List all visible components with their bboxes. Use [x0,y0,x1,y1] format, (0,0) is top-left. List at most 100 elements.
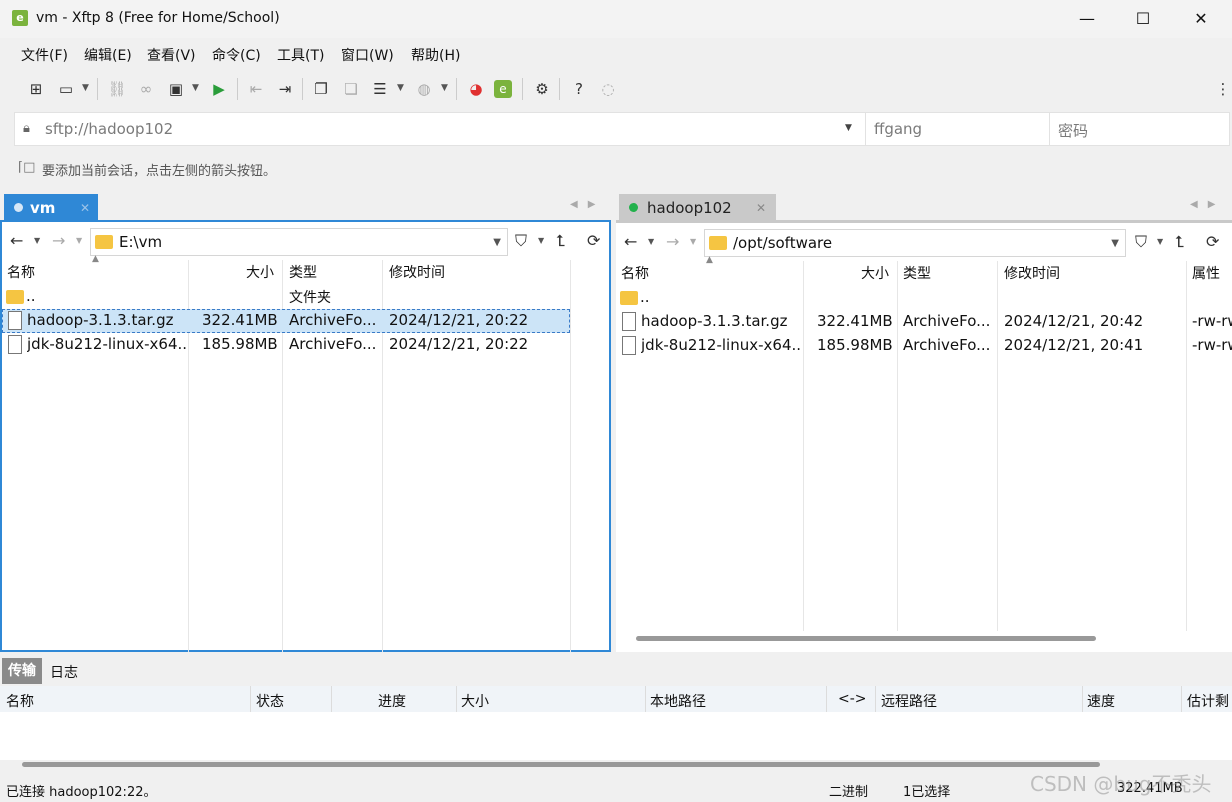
forward-arrow-icon[interactable]: → [52,231,65,250]
chevron-down-icon[interactable]: ▼ [82,83,89,93]
chevron-down-icon[interactable]: ▼ [441,83,448,93]
tab-log[interactable]: 日志 [50,662,78,682]
file-icon [8,311,22,330]
tab-remote-hadoop102[interactable]: hadoop102 ✕ [619,194,776,222]
column-header-direction[interactable]: <-> [838,691,867,707]
column-divider[interactable] [1181,686,1182,712]
feedback-icon[interactable]: ◌ [597,78,619,100]
column-header-name[interactable]: 名称 [7,262,35,282]
transfer-left-icon[interactable]: ⇤ [245,78,267,100]
transfer-right-icon[interactable]: ⇥ [274,78,296,100]
bookmark-icon[interactable]: ⛉ [515,231,527,251]
tab-scroll-arrows[interactable]: ◀▶ [570,199,605,210]
column-header-speed[interactable]: 速度 [1087,691,1115,711]
chevron-down-icon[interactable]: ▼ [493,237,501,248]
column-header-mtime[interactable]: 修改时间 [389,262,445,282]
list-view-icon[interactable]: ☰ [369,78,391,100]
tab-scroll-arrows[interactable]: ◀▶ [1190,199,1225,210]
bookmark-icon[interactable]: ⛉ [1135,232,1147,252]
copy-icon[interactable]: ❐ [310,78,332,100]
menu-file[interactable]: 文件(F) [21,45,68,65]
menu-help[interactable]: 帮助(H) [411,45,460,65]
tab-local-vm[interactable]: vm ✕ [4,194,98,222]
column-divider[interactable] [1082,686,1083,712]
open-session-icon[interactable]: ▭ [55,78,77,100]
menu-edit[interactable]: 编辑(E) [84,45,132,65]
column-header-name[interactable]: 名称 [6,691,34,711]
column-header-status[interactable]: 状态 [256,691,284,711]
column-header-size[interactable]: 大小 [246,262,274,282]
link-icon[interactable]: ∞ [135,78,157,100]
chevron-down-icon[interactable]: ▼ [34,236,40,245]
column-divider[interactable] [456,686,457,712]
column-header-progress[interactable]: 进度 [378,691,406,711]
column-header-type[interactable]: 类型 [903,263,931,283]
list-item[interactable]: hadoop-3.1.3.tar.gz 322.41MB ArchiveFo..… [616,310,1232,334]
properties-icon[interactable]: ▣ [165,78,187,100]
list-item-parent[interactable]: .. 文件夹 [2,285,609,309]
column-header-name[interactable]: 名称 [621,263,649,283]
chevron-down-icon[interactable]: ▼ [76,236,82,245]
close-button[interactable]: ✕ [1172,0,1230,38]
list-item[interactable]: hadoop-3.1.3.tar.gz 322.41MB ArchiveFo..… [2,309,570,333]
chevron-down-icon[interactable]: ▼ [648,237,654,246]
chevron-down-icon[interactable]: ▼ [690,237,696,246]
column-header-attr[interactable]: 属性 [1192,263,1220,283]
list-item-parent[interactable]: .. [616,286,1232,310]
column-header-eta[interactable]: 估计剩 [1187,691,1229,711]
refresh-icon[interactable]: ⟳ [1206,232,1219,251]
column-header-size[interactable]: 大小 [461,691,489,711]
menu-view[interactable]: 查看(V) [147,45,196,65]
maximize-button[interactable]: ☐ [1114,0,1172,38]
column-header-size[interactable]: 大小 [861,263,889,283]
column-divider[interactable] [570,260,571,652]
xftp-icon[interactable]: e [494,80,512,98]
horizontal-scrollbar[interactable] [22,762,1100,767]
paste-icon[interactable]: ❏ [340,78,362,100]
refresh-icon[interactable]: ⟳ [587,231,600,250]
globe-icon[interactable]: ◍ [413,78,435,100]
chevron-down-icon[interactable]: ▼ [192,83,199,93]
column-header-type[interactable]: 类型 [289,262,317,282]
tab-transfer[interactable]: 传输 [2,658,42,684]
horizontal-scrollbar[interactable] [636,636,1096,641]
menu-command[interactable]: 命令(C) [212,45,261,65]
chevron-down-icon[interactable]: ▼ [1157,237,1163,246]
column-header-remote-path[interactable]: 远程路径 [881,691,937,711]
chevron-down-icon[interactable]: ▼ [538,236,544,245]
gear-icon[interactable]: ⚙ [531,78,553,100]
column-divider[interactable] [645,686,646,712]
chevron-down-icon[interactable]: ▼ [1111,238,1119,249]
close-icon[interactable]: ✕ [756,194,766,222]
close-icon[interactable]: ✕ [80,194,90,222]
forward-arrow-icon[interactable]: → [666,232,679,251]
local-path-input[interactable]: E:\vm ▼ [90,228,508,256]
help-icon[interactable]: ? [568,78,590,100]
column-header-mtime[interactable]: 修改时间 [1004,263,1060,283]
menu-tools[interactable]: 工具(T) [277,45,324,65]
column-header-local-path[interactable]: 本地路径 [650,691,706,711]
list-item[interactable]: jdk-8u212-linux-x64... 185.98MB ArchiveF… [616,334,1232,358]
column-divider[interactable] [875,686,876,712]
host-address-input[interactable]: sftp://hadoop102 [45,120,173,138]
more-options-icon[interactable]: ⋮ [1212,78,1232,100]
back-arrow-icon[interactable]: ← [10,231,23,250]
list-item[interactable]: jdk-8u212-linux-x64... 185.98MB ArchiveF… [2,333,609,357]
parent-folder-icon[interactable]: ⮤ [1175,232,1184,252]
remote-path-input[interactable]: /opt/software ▼ [704,229,1126,257]
parent-folder-icon[interactable]: ⮤ [556,231,565,251]
chevron-down-icon[interactable]: ▼ [845,123,852,133]
column-divider[interactable] [826,686,827,712]
column-divider[interactable] [250,686,251,712]
xshell-icon[interactable]: ◕ [465,78,487,100]
column-divider[interactable] [331,686,332,712]
minimize-button[interactable]: — [1058,0,1116,38]
disconnect-icon[interactable]: ⛓ [106,78,128,100]
new-session-icon[interactable]: ⊞ [25,78,47,100]
chevron-down-icon[interactable]: ▼ [397,83,404,93]
terminal-icon[interactable]: ▶ [208,78,230,100]
menu-window[interactable]: 窗口(W) [341,45,394,65]
back-arrow-icon[interactable]: ← [624,232,637,251]
username-field[interactable]: ffgang [865,113,1049,145]
password-field[interactable]: 密码 [1049,113,1229,145]
